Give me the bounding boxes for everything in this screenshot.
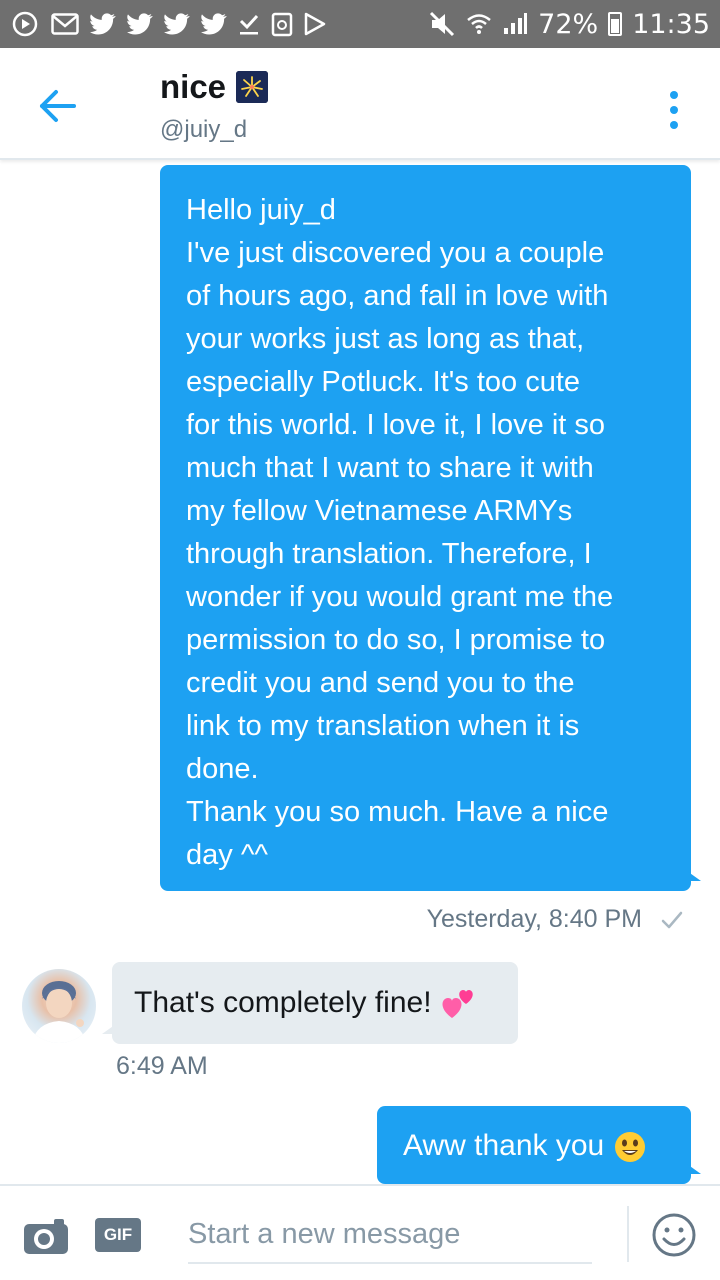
message-line: I've just discovered you a couple [186,237,605,269]
incoming-message[interactable]: That's completely fine! [102,962,518,1044]
outgoing-message[interactable]: Aww thank you [377,1106,701,1184]
more-options-button[interactable] [654,82,694,138]
message-text: Aww thank you [403,1129,605,1162]
twitter-icon [127,10,153,38]
grimacing-face-icon [614,1132,645,1163]
play-store-icon [304,10,326,38]
back-button[interactable] [30,78,86,134]
message-line: link to my translation when it is [186,710,580,742]
media-icon [10,10,40,38]
camera-icon [24,1219,68,1254]
message-line: Hello juiy_d [186,194,336,226]
download-done-icon [238,10,260,38]
checkmark-icon [661,911,683,928]
mute-icon [428,10,456,38]
message-line: through translation. Therefore, I [186,538,592,570]
avatar[interactable] [22,969,96,1043]
message-line: my fellow Vietnamese ARMYs [186,495,573,527]
message-meta: Yesterday, 8:40 PM [427,905,684,934]
message-line: especially Potluck. It's too cute [186,366,581,398]
message-line: Thank you so much. Have a nice [186,796,609,828]
smiley-icon [652,1213,696,1257]
message-line: permission to do so, I promise to [186,624,606,656]
more-dot [670,91,678,99]
system-indicators: 72% 11:35 [428,9,710,40]
emoji-button[interactable] [651,1212,697,1258]
message-text: That's completely fine! [134,986,432,1019]
more-dot [670,121,678,129]
message-line: credit you and send you to the [186,667,575,699]
message-line: your works just as long as that, [186,323,585,355]
twitter-icon [90,10,116,38]
contact-handle: @juiy_d [160,116,248,143]
two-hearts-icon [442,990,473,1019]
camera-button[interactable] [22,1216,70,1256]
battery-percent: 72% [538,8,599,40]
message-line: day ^^ [186,839,269,871]
contact-name: nice [160,68,227,105]
outgoing-message[interactable]: Hello juiy_d I've just discovered you a … [160,165,701,891]
message-timestamp: Yesterday, 8:40 PM [426,905,642,933]
gif-button[interactable]: GIF [95,1218,141,1252]
conversation-header: nice @juiy_d [0,48,720,160]
conversation-title: nice [160,68,269,106]
message-timestamp: 6:49 AM [116,1052,208,1080]
signal-icon [502,10,528,38]
message-line: done. [186,753,259,785]
notification-icons [10,10,326,38]
twitter-icon [201,10,227,38]
fireworks-icon [236,71,269,103]
clock: 11:35 [632,8,710,40]
message-line: wonder if you would grant me the [186,581,614,613]
message-composer: GIF [0,1184,720,1280]
recycle-icon [271,10,293,38]
wifi-icon [466,10,492,38]
more-dot [670,106,678,114]
battery-icon [608,12,623,36]
message-line: for this world. I love it, I love it so [186,409,606,441]
back-arrow-icon [40,90,76,122]
message-line: of hours ago, and fall in love with [186,280,609,312]
status-bar: 72% 11:35 [0,0,720,48]
message-line: much that I want to share it with [186,452,594,484]
twitter-icon [164,10,190,38]
mail-icon [51,10,79,38]
composer-divider [627,1206,629,1262]
message-input[interactable] [188,1206,592,1264]
